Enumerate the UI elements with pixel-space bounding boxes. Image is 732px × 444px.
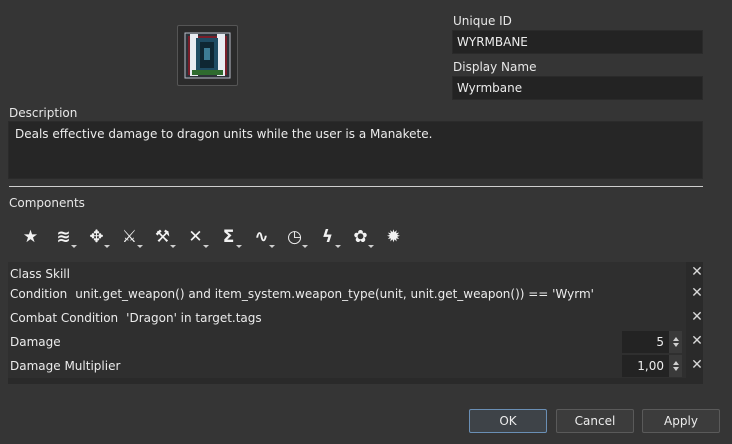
- remove-component-icon[interactable]: ✕: [690, 334, 704, 348]
- description-textarea[interactable]: Deals effective damage to dragon units w…: [8, 121, 703, 179]
- components-list: Class Skill ✕ Condition unit.get_weapon(…: [8, 262, 703, 384]
- lightning-icon[interactable]: ϟ: [311, 223, 344, 251]
- gear-icon[interactable]: ✹: [377, 223, 410, 251]
- pulse-icon[interactable]: ∿: [245, 223, 278, 251]
- crossed-swords-icon[interactable]: ✕: [179, 223, 212, 251]
- item-icon-button[interactable]: [177, 25, 238, 86]
- sigma-icon[interactable]: Σ: [212, 223, 245, 251]
- display-name-label: Display Name: [453, 60, 537, 74]
- component-name: Damage Multiplier: [10, 359, 121, 373]
- combat-condition-value-input[interactable]: 'Dragon' in target.tags: [126, 311, 262, 325]
- move-icon[interactable]: ✥: [80, 223, 113, 251]
- unique-id-label: Unique ID: [453, 14, 512, 28]
- component-row-combat-condition[interactable]: Combat Condition 'Dragon' in target.tags: [8, 306, 686, 330]
- ok-button[interactable]: OK: [469, 409, 547, 433]
- component-name: Class Skill: [10, 267, 70, 281]
- component-name: Damage: [10, 335, 61, 349]
- component-name: Condition: [10, 287, 68, 301]
- component-row-damage[interactable]: Damage 5: [8, 330, 686, 354]
- damage-multiplier-spinbox[interactable]: 1,00: [622, 355, 682, 377]
- component-name: Combat Condition: [10, 311, 119, 325]
- layers-icon[interactable]: ≋: [47, 223, 80, 251]
- palette-icon[interactable]: ✿: [344, 223, 377, 251]
- clock-icon[interactable]: ◷: [278, 223, 311, 251]
- spin-up-icon[interactable]: [672, 337, 679, 341]
- components-label: Components: [9, 196, 85, 210]
- spin-arrows[interactable]: [669, 355, 682, 377]
- display-name-input[interactable]: Wyrmbane: [452, 76, 703, 100]
- apply-button[interactable]: Apply: [642, 409, 720, 433]
- components-toolbar: ★ ≋ ✥ ⚔ ⚒ ✕ Σ ∿ ◷ ϟ ✿ ✹: [14, 223, 410, 251]
- remove-component-icon[interactable]: ✕: [690, 358, 704, 372]
- description-label: Description: [9, 106, 78, 120]
- separator: [9, 186, 703, 187]
- remove-component-icon[interactable]: ✕: [690, 310, 704, 324]
- condition-value-input[interactable]: unit.get_weapon() and item_system.weapon…: [75, 287, 594, 301]
- spin-down-icon[interactable]: [672, 367, 679, 371]
- spin-up-icon[interactable]: [672, 361, 679, 365]
- damage-spinbox[interactable]: 5: [622, 331, 682, 353]
- remove-component-icon[interactable]: ✕: [690, 265, 704, 279]
- dragon-tome-icon: [184, 32, 231, 79]
- spin-down-icon[interactable]: [672, 343, 679, 347]
- star-icon[interactable]: ★: [14, 223, 47, 251]
- unique-id-input[interactable]: WYRMBANE: [452, 30, 703, 54]
- cancel-button[interactable]: Cancel: [556, 409, 634, 433]
- component-row-condition[interactable]: Condition unit.get_weapon() and item_sys…: [8, 282, 686, 306]
- sword-icon[interactable]: ⚔: [113, 223, 146, 251]
- spin-arrows[interactable]: [669, 331, 682, 353]
- axe-icon[interactable]: ⚒: [146, 223, 179, 251]
- component-row-damage-multiplier[interactable]: Damage Multiplier 1,00: [8, 354, 686, 378]
- remove-component-icon[interactable]: ✕: [690, 286, 704, 300]
